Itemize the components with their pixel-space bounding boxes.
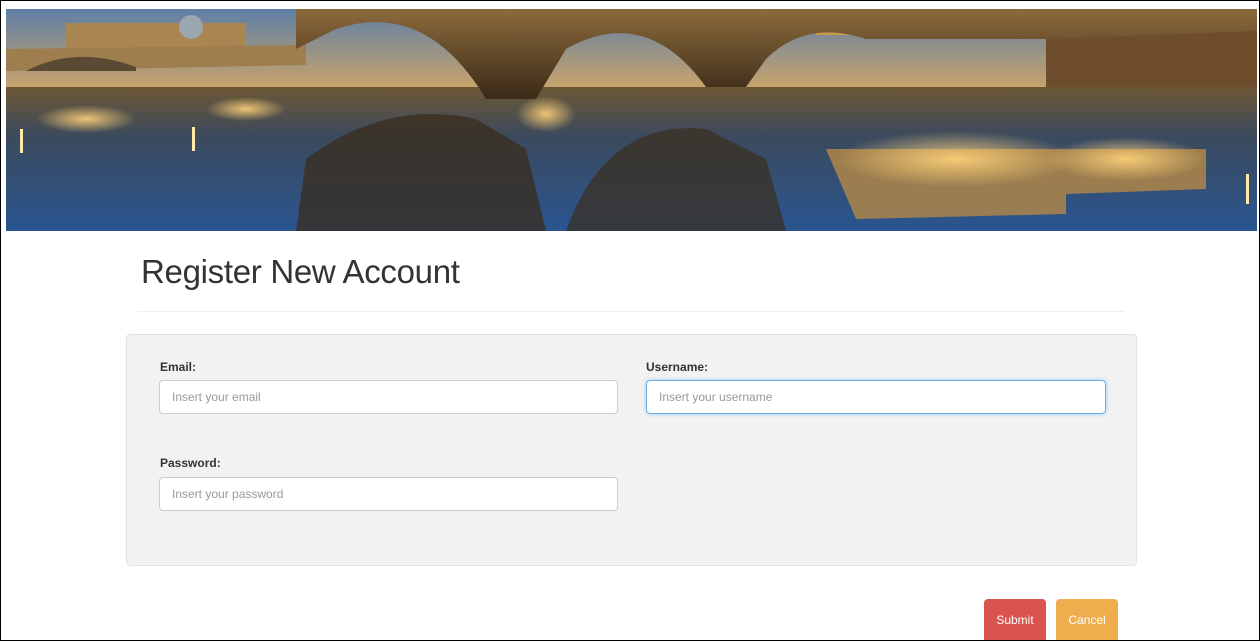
username-label: Username: (646, 360, 709, 374)
hero-banner-image (6, 9, 1257, 231)
cancel-button[interactable]: Cancel (1056, 599, 1118, 640)
username-input[interactable] (646, 380, 1106, 414)
email-input[interactable] (159, 380, 618, 414)
password-input[interactable] (159, 477, 618, 511)
page-title: Register New Account (141, 253, 460, 290)
page-frame: Register New Account Email: Username: Pa… (0, 0, 1260, 641)
registration-form-panel: Email: Username: Password: (126, 334, 1137, 566)
email-label: Email: (160, 360, 197, 374)
password-label: Password: (160, 456, 221, 470)
submit-button[interactable]: Submit (984, 599, 1046, 640)
title-divider (137, 311, 1125, 312)
bridge-river-illustration (6, 9, 1257, 231)
